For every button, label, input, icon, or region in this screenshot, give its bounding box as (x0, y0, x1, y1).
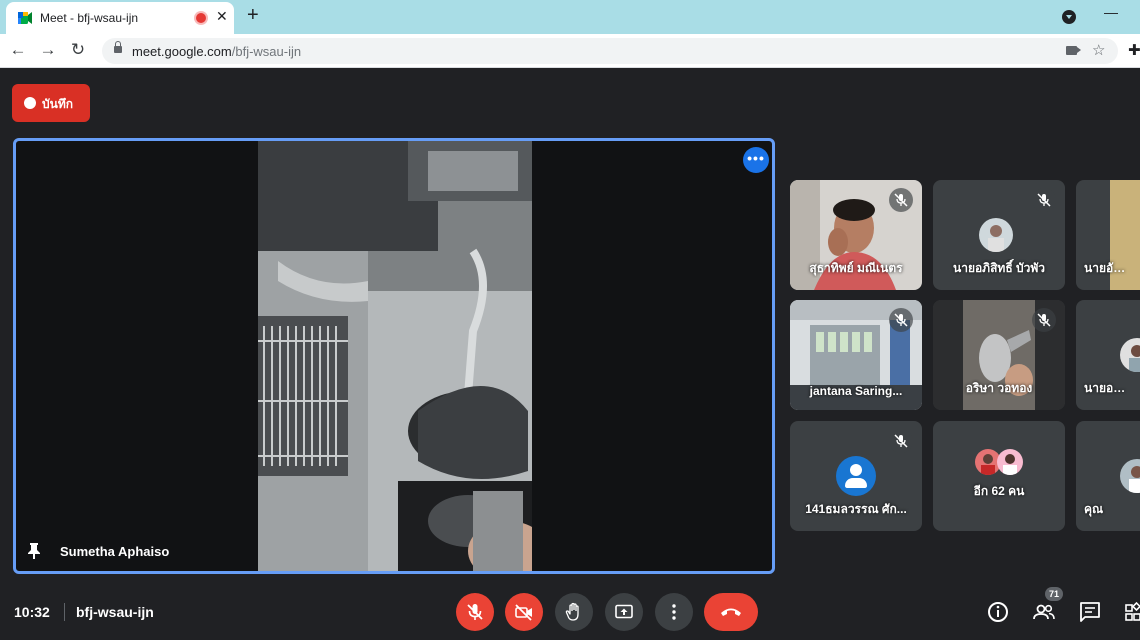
chat-icon[interactable] (1078, 600, 1102, 624)
participant-name: jantana Saring... (809, 384, 903, 398)
extensions-puzzle-icon[interactable]: ✚ (1128, 41, 1140, 59)
participant-name: นายอภิสิทธิ์ บัวพัว (953, 261, 1045, 275)
participant-tile[interactable]: 141ธมลวรรณ ศัก... (790, 421, 922, 531)
present-screen-button[interactable] (605, 593, 643, 631)
tab-title: Meet - bfj-wsau-ijn (40, 11, 139, 25)
meet-window: Meet - bfj-wsau-ijn ✕ + — ← → ↻ meet.goo… (0, 0, 1140, 640)
url-text: meet.google.com/bfj-wsau-ijn (132, 44, 301, 59)
participant-name: 141ธมลวรรณ ศัก... (805, 502, 907, 516)
participant-tile[interactable]: สุธาทิพย์ มณีเนตร (790, 180, 922, 290)
hand-icon (565, 602, 579, 621)
activities-icon[interactable] (1124, 600, 1140, 624)
presenter-name: Sumetha Aphaiso (60, 544, 170, 559)
more-options-button[interactable] (655, 593, 693, 631)
browser-tab-bar: Meet - bfj-wsau-ijn ✕ + — (0, 0, 1140, 34)
pin-icon[interactable] (28, 543, 40, 559)
recording-label: บันทึก (42, 97, 73, 111)
leave-call-button[interactable] (704, 593, 758, 631)
address-bar[interactable]: meet.google.com/bfj-wsau-ijn ☆ (102, 38, 1118, 64)
current-time: 10:32 (14, 604, 50, 620)
muted-mic-icon (1032, 188, 1056, 212)
muted-mic-icon (889, 308, 913, 332)
tab-close-button[interactable]: ✕ (216, 8, 228, 25)
main-video-tile[interactable]: ••• Sumetha Aphaiso (13, 138, 775, 574)
forward-button[interactable]: → (36, 38, 60, 62)
tab-search-icon[interactable] (1062, 10, 1076, 24)
self-view-tile[interactable]: คุณ (1076, 421, 1140, 531)
browser-toolbar: ← → ↻ meet.google.com/bfj-wsau-ijn ☆ ✚ (0, 34, 1140, 68)
participant-tile[interactable]: jantana Saring... (790, 300, 922, 410)
mic-off-icon (467, 604, 483, 620)
participant-name: นายอัมพ... (1084, 261, 1140, 275)
muted-mic-icon (889, 188, 913, 212)
participant-name: นายอภิวัต (1084, 381, 1136, 395)
meet-logo-icon (18, 12, 32, 24)
meeting-details-info-icon[interactable] (986, 600, 1010, 624)
participant-avatar (979, 218, 1013, 252)
muted-mic-icon (1032, 308, 1056, 332)
url-path: /bfj-wsau-ijn (231, 44, 302, 59)
default-avatar-icon (836, 456, 876, 496)
divider (64, 603, 65, 621)
self-name: คุณ (1084, 502, 1104, 516)
browser-tab-meet[interactable]: Meet - bfj-wsau-ijn ✕ (6, 2, 234, 34)
present-screen-icon (615, 604, 633, 619)
participant-name: สุธาทิพย์ มณีเนตร (809, 261, 903, 275)
camera-off-icon (515, 604, 532, 621)
microphone-toggle-button[interactable] (456, 593, 494, 631)
url-host: meet.google.com (132, 44, 232, 59)
hang-up-icon (721, 608, 741, 616)
people-icon[interactable] (1032, 600, 1056, 624)
people-count-badge: 71 (1045, 587, 1063, 601)
meeting-code: bfj-wsau-ijn (76, 604, 154, 620)
camera-in-use-icon[interactable] (1066, 46, 1081, 55)
participant-avatar (1120, 338, 1140, 372)
reload-button[interactable]: ↻ (66, 38, 90, 62)
participant-tile[interactable]: อริษา วอทอง (933, 300, 1065, 410)
self-avatar (1120, 459, 1140, 493)
participant-tile[interactable]: นายอภิวัต (1076, 300, 1140, 410)
more-participants-tile[interactable]: อีก 62 คน (933, 421, 1065, 531)
lock-icon[interactable] (114, 41, 122, 53)
tile-more-options-button[interactable]: ••• (743, 147, 769, 173)
window-minimize-button[interactable]: — (1104, 4, 1118, 20)
new-tab-button[interactable]: + (247, 4, 259, 27)
participant-avatar (997, 449, 1023, 475)
recording-button[interactable]: บันทึก (12, 84, 90, 122)
tab-recording-indicator-icon (196, 13, 206, 23)
participant-tile[interactable]: นายอภิสิทธิ์ บัวพัว (933, 180, 1065, 290)
participant-name: อริษา วอทอง (965, 381, 1033, 395)
espresso-machine-video-image (258, 141, 532, 571)
camera-toggle-button[interactable] (505, 593, 543, 631)
back-button[interactable]: ← (6, 38, 30, 62)
muted-mic-icon (889, 429, 913, 453)
participant-tile[interactable]: นายอัมพ... (1076, 180, 1140, 290)
raise-hand-button[interactable] (555, 593, 593, 631)
record-dot-icon (24, 97, 36, 109)
bookmark-star-icon[interactable]: ☆ (1092, 41, 1105, 59)
presenter-video-feed (258, 141, 532, 571)
more-vertical-icon (672, 604, 676, 620)
more-participants-label: อีก 62 คน (973, 484, 1025, 498)
